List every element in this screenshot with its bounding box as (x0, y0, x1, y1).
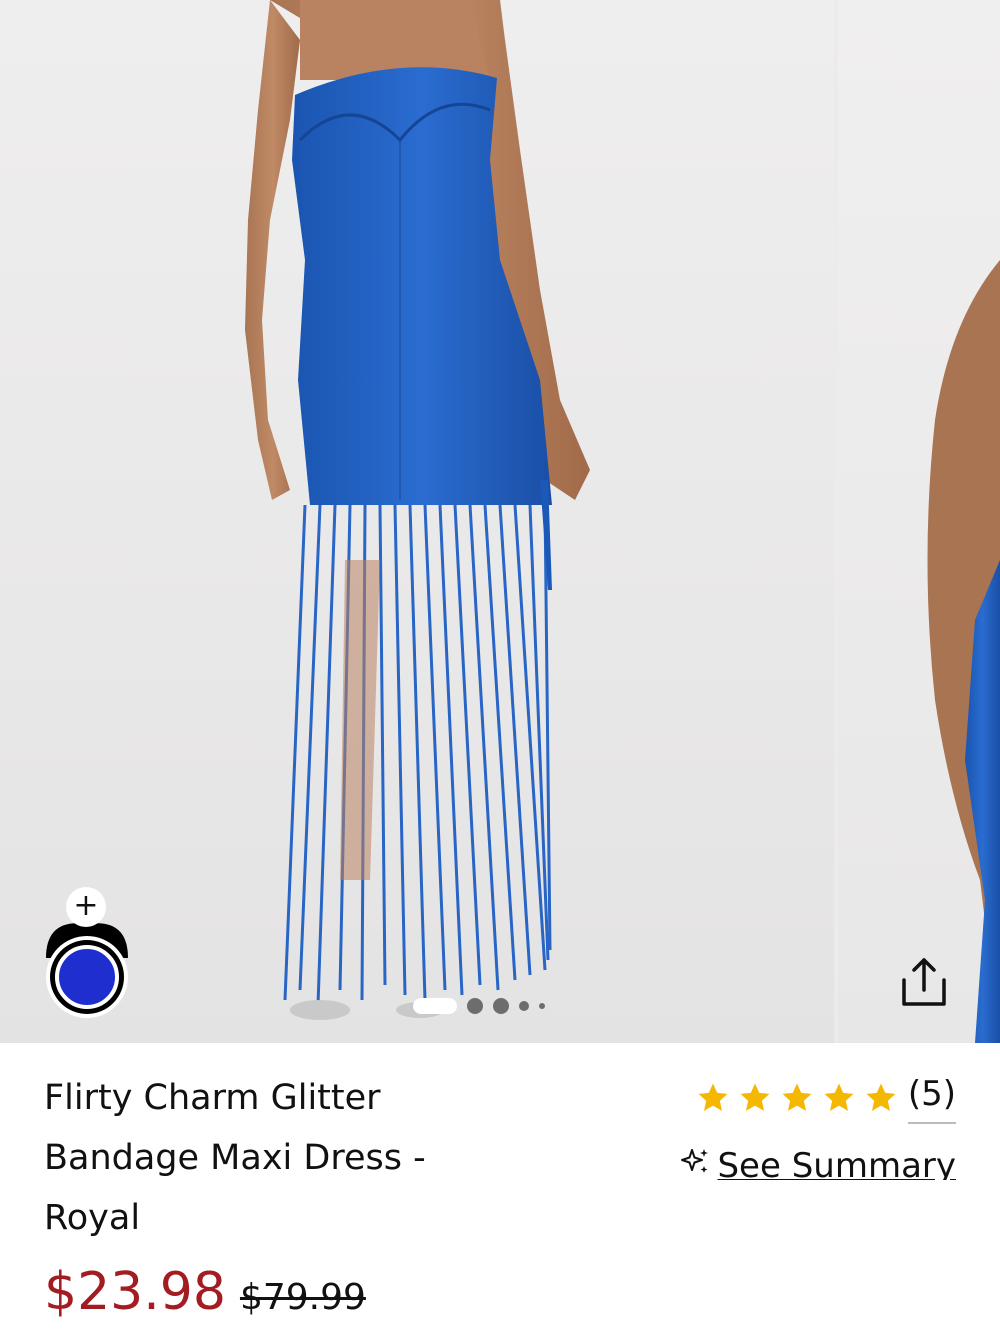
add-color-button[interactable]: + (66, 887, 106, 927)
price-row: $23.98 $79.99 (44, 1262, 366, 1322)
product-rating[interactable]: (5) (696, 1072, 956, 1124)
product-title: Flirty Charm Glitter Bandage Maxi Dress … (44, 1078, 426, 1238)
carousel-dot-active[interactable] (413, 998, 457, 1014)
review-count-link[interactable]: (5) (907, 1072, 956, 1124)
sale-price: $23.98 (44, 1262, 226, 1322)
rating-stars (696, 1081, 898, 1115)
carousel-pagination (413, 996, 545, 1016)
swatch-color-royal (55, 945, 119, 1009)
star-icon (740, 1083, 770, 1111)
sparkle-icon (681, 1149, 709, 1173)
original-price: $79.99 (239, 1277, 366, 1318)
carousel-dot[interactable] (467, 998, 483, 1014)
share-icon (902, 958, 946, 1006)
plus-icon: + (73, 887, 99, 923)
see-summary-link[interactable]: See Summary (679, 1140, 956, 1180)
carousel-dot[interactable] (519, 1001, 529, 1011)
see-summary-label[interactable]: See Summary (717, 1140, 956, 1180)
star-icon (782, 1083, 812, 1111)
star-icon (698, 1083, 728, 1111)
product-photo-illustration (245, 0, 1000, 1043)
star-icon (824, 1083, 854, 1111)
carousel-dot[interactable] (539, 1003, 545, 1009)
color-swatch-selected[interactable] (46, 936, 128, 1018)
carousel-dot[interactable] (493, 998, 509, 1014)
share-button[interactable] (892, 950, 956, 1014)
star-icon (866, 1083, 896, 1111)
product-image-gallery[interactable]: + (0, 0, 1000, 1043)
